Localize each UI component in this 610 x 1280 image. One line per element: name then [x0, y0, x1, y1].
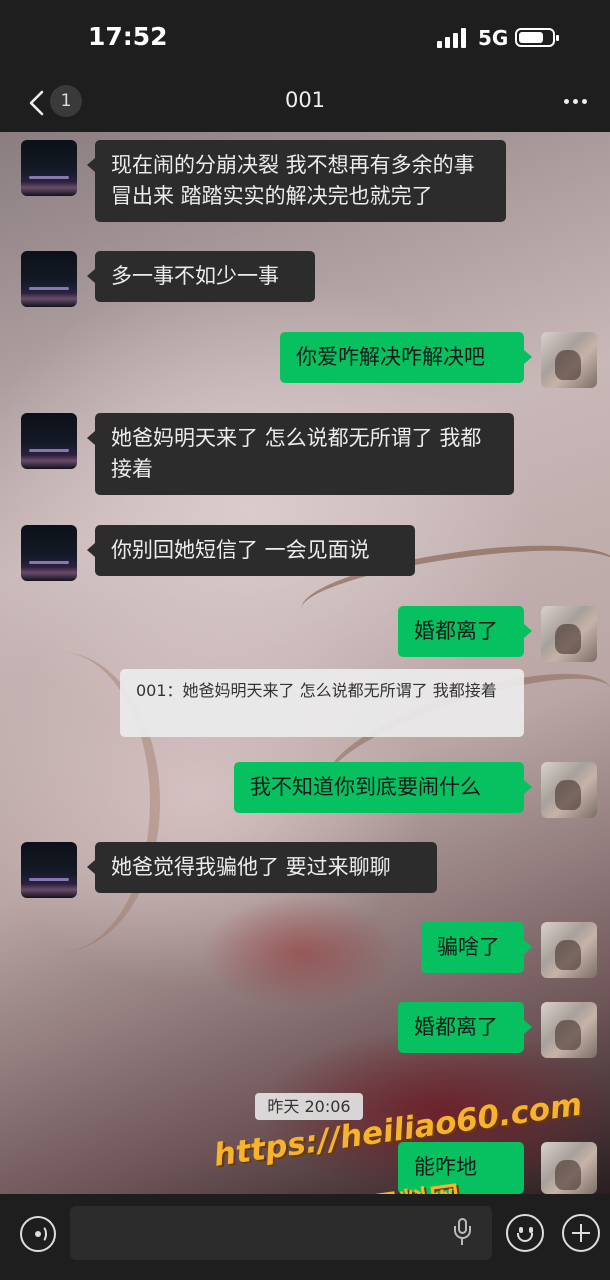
status-time: 17:52: [88, 22, 168, 51]
chat-title: 001: [284, 88, 326, 112]
message-bubble-in[interactable]: 现在闹的分崩决裂 我不想再有多余的事冒出来 踏踏实实的解决完也就完了: [87, 140, 506, 222]
network-type: 5G: [478, 26, 509, 50]
message-bubble-out[interactable]: 婚都离了: [398, 606, 532, 657]
contact-avatar[interactable]: [21, 842, 77, 898]
message-bubble-out[interactable]: 你爱咋解决咋解决吧: [280, 332, 532, 383]
contact-avatar[interactable]: [21, 525, 77, 581]
contact-avatar[interactable]: [21, 251, 77, 307]
message-bubble-in[interactable]: 你别回她短信了 一会见面说: [87, 525, 415, 576]
self-avatar[interactable]: [541, 922, 597, 978]
plus-icon[interactable]: [562, 1214, 600, 1252]
message-bubble-in[interactable]: 多一事不如少一事: [87, 251, 315, 302]
self-avatar[interactable]: [541, 332, 597, 388]
emoji-icon[interactable]: [506, 1214, 544, 1252]
status-bar: 17:52 5G: [0, 0, 610, 74]
contact-avatar[interactable]: [21, 413, 77, 469]
signal-icon: [437, 28, 469, 48]
voice-icon[interactable]: [20, 1216, 56, 1252]
message-bubble-out[interactable]: 我不知道你到底要闹什么: [234, 762, 532, 813]
message-input[interactable]: [70, 1206, 492, 1260]
self-avatar[interactable]: [541, 1142, 597, 1194]
battery-icon: [515, 28, 559, 47]
mic-icon[interactable]: [452, 1218, 472, 1248]
quoted-message[interactable]: 001：她爸妈明天来了 怎么说都无所谓了 我都接着: [120, 669, 524, 737]
contact-avatar[interactable]: [21, 140, 77, 196]
self-avatar[interactable]: [541, 1002, 597, 1058]
self-avatar[interactable]: [541, 606, 597, 662]
self-avatar[interactable]: [541, 762, 597, 818]
time-divider: 昨天 20:06: [255, 1093, 363, 1120]
message-bubble-out[interactable]: 骗啥了: [421, 922, 532, 973]
message-bubble-in[interactable]: 她爸觉得我骗他了 要过来聊聊: [87, 842, 437, 893]
message-bubble-in[interactable]: 她爸妈明天来了 怎么说都无所谓了 我都接着: [87, 413, 514, 495]
message-bubble-out[interactable]: 婚都离了: [398, 1002, 532, 1053]
more-dots-icon[interactable]: [560, 99, 590, 107]
